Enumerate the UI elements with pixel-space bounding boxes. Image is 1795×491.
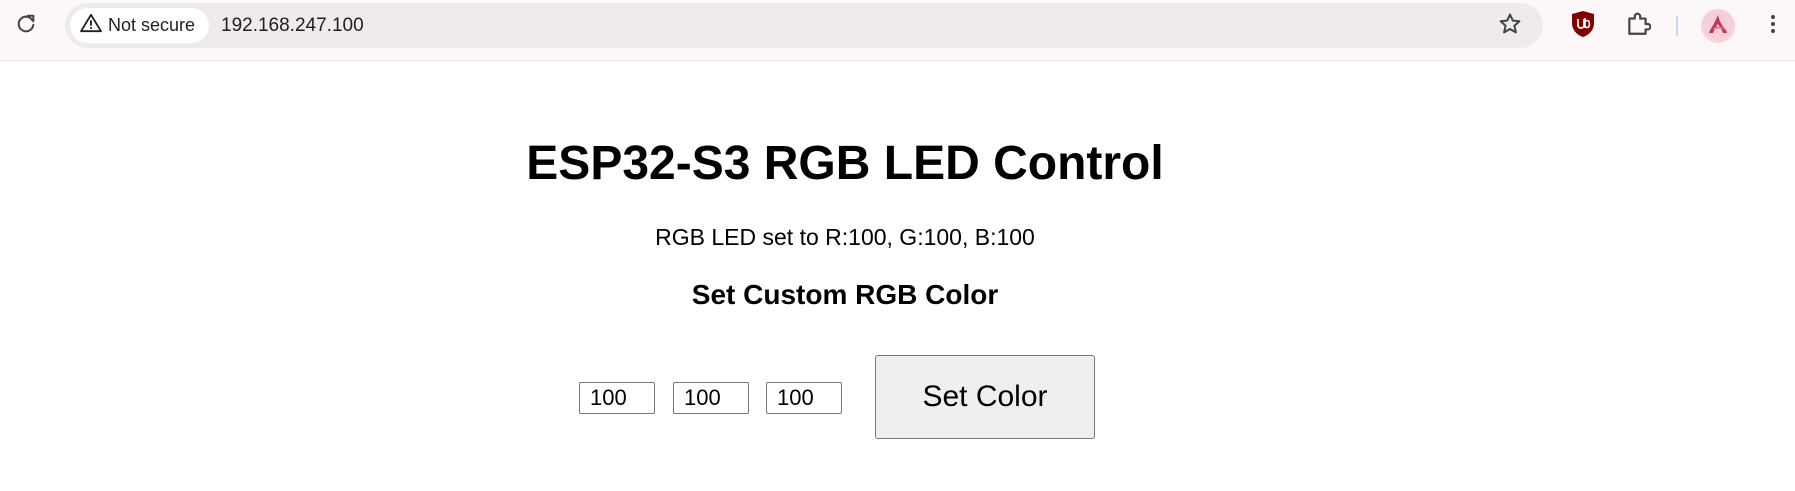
profile-avatar-icon xyxy=(1703,9,1733,43)
reload-button[interactable] xyxy=(10,10,42,42)
reload-icon xyxy=(15,13,37,40)
led-status-message: RGB LED set to R:100, G:100, B:100 xyxy=(655,224,1035,250)
browser-menu-button[interactable] xyxy=(1757,10,1789,42)
form-heading: Set Custom RGB Color xyxy=(691,279,999,310)
page-title: ESP32-S3 RGB LED Control xyxy=(526,137,1164,190)
red-value-input[interactable] xyxy=(579,382,655,414)
browser-toolbar: Not secure 192.168.247.100 xyxy=(0,0,1795,61)
warning-icon xyxy=(80,13,102,38)
url-text[interactable]: 192.168.247.100 xyxy=(221,15,364,37)
ublock-icon xyxy=(1570,10,1596,43)
extensions-button[interactable] xyxy=(1622,10,1654,42)
blue-value-input[interactable] xyxy=(766,382,842,414)
green-value-input[interactable] xyxy=(673,382,749,414)
toolbar-divider xyxy=(1676,16,1678,36)
profile-button[interactable] xyxy=(1701,9,1735,43)
security-label: Not secure xyxy=(108,15,196,35)
kebab-menu-icon xyxy=(1769,12,1777,41)
site-security-chip[interactable]: Not secure xyxy=(70,8,210,43)
extensions-icon xyxy=(1625,11,1652,42)
address-bar[interactable]: Not secure 192.168.247.100 xyxy=(65,3,1543,48)
bookmark-button[interactable] xyxy=(1495,11,1525,41)
set-color-button[interactable]: Set Color xyxy=(875,355,1095,439)
bookmark-star-icon xyxy=(1498,12,1522,41)
page-content: ESP32-S3 RGB LED Control RGB LED set to … xyxy=(0,61,1795,491)
ublock-extension-button[interactable] xyxy=(1567,10,1599,42)
